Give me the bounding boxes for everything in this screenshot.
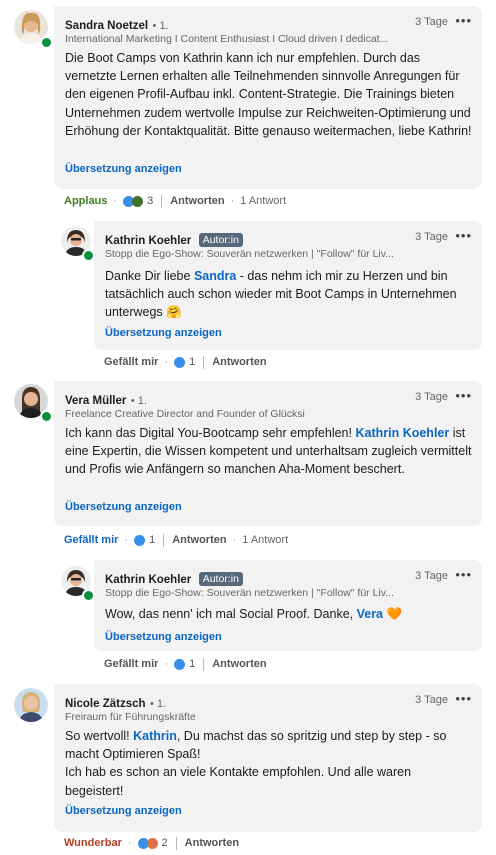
author-name[interactable]: Sandra Noetzel (65, 20, 148, 32)
more-options-icon[interactable]: ••• (455, 228, 472, 243)
reaction-count[interactable]: 1 (149, 534, 155, 546)
translate-link[interactable]: Übersetzung anzeigen (105, 631, 222, 643)
translate-link[interactable]: Übersetzung anzeigen (65, 805, 182, 817)
like-reaction-icon (134, 534, 146, 546)
timestamp: 3 Tage (415, 231, 448, 243)
comment-bubble: Vera Müller • 1. 3 Tage ••• Freelance Cr… (54, 381, 482, 526)
translate-link[interactable]: Übersetzung anzeigen (65, 501, 182, 513)
reaction-button[interactable]: Wunderbar (64, 837, 122, 849)
comment-text: So wertvoll! Kathrin, Du machst das so s… (65, 729, 447, 798)
reaction-count[interactable]: 3 (147, 195, 153, 207)
more-options-icon[interactable]: ••• (455, 691, 472, 706)
reply-kathrin-2: Kathrin Koehler Autor:in 3 Tage ••• Stop… (0, 555, 496, 680)
reaction-count[interactable]: 1 (189, 356, 195, 368)
mention-link[interactable]: Kathrin Koehler (355, 426, 449, 440)
reply-button[interactable]: Antworten (212, 356, 266, 368)
comment-text: Wow, das nenn' ich mal Social Proof. Dan… (105, 607, 403, 621)
like-reaction-icon (174, 356, 186, 368)
author-name[interactable]: Vera Müller (65, 395, 126, 407)
mention-link[interactable]: Sandra (194, 269, 236, 283)
reply-button[interactable]: Antworten (170, 195, 224, 207)
author-badge: Autor:in (198, 572, 243, 586)
connection-degree: • 1. (149, 698, 167, 710)
like-button[interactable]: Gefällt mir (104, 356, 158, 368)
timestamp: 3 Tage (415, 570, 448, 582)
timestamp: 3 Tage (415, 16, 448, 28)
comment-sandra: Sandra Noetzel • 1. 3 Tage ••• Internati… (0, 0, 496, 215)
like-reaction-icon (174, 658, 186, 670)
reply-button[interactable]: Antworten (212, 658, 266, 670)
mention-link[interactable]: Vera (357, 607, 383, 621)
reply-actions: Gefällt mir · 1 Antworten (104, 657, 267, 671)
love-reaction-icon (146, 837, 158, 849)
comment-bubble: Sandra Noetzel • 1. 3 Tage ••• Internati… (54, 6, 482, 189)
reply-button[interactable]: Antworten (185, 837, 239, 849)
replies-count[interactable]: 1 Antwort (240, 195, 286, 207)
comment-actions: Gefällt mir · 1 Antworten · 1 Antwort (64, 533, 289, 547)
more-options-icon[interactable]: ••• (455, 388, 472, 403)
reply-actions: Gefällt mir · 1 Antworten (104, 355, 267, 369)
timestamp: 3 Tage (415, 694, 448, 706)
author-name[interactable]: Kathrin Koehler (105, 235, 191, 247)
translate-link[interactable]: Übersetzung anzeigen (65, 163, 182, 175)
author-headline: Freiraum für Führungskräfte (65, 711, 196, 723)
reaction-count[interactable]: 2 (162, 837, 168, 849)
mention-link[interactable]: Kathrin (133, 729, 177, 743)
author-headline: Stopp die Ego-Show: Souverän netzwerken … (105, 587, 394, 599)
author-headline: International Marketing I Content Enthus… (65, 33, 389, 45)
more-options-icon[interactable]: ••• (455, 567, 472, 582)
replies-count[interactable]: 1 Antwort (242, 534, 288, 546)
online-status-icon (40, 36, 53, 49)
comment-vera: Vera Müller • 1. 3 Tage ••• Freelance Cr… (0, 375, 496, 555)
comment-text: Ich kann das Digital You-Bootcamp sehr e… (65, 426, 472, 477)
more-options-icon[interactable]: ••• (455, 13, 472, 28)
reply-bubble: Kathrin Koehler Autor:in 3 Tage ••• Stop… (94, 221, 482, 350)
comment-nicole: Nicole Zätzsch • 1. 3 Tage ••• Freiraum … (0, 680, 496, 855)
like-button[interactable]: Gefällt mir (104, 658, 158, 670)
comment-actions: Wunderbar · 2 Antworten (64, 836, 240, 850)
timestamp: 3 Tage (415, 391, 448, 403)
comment-bubble: Nicole Zätzsch • 1. 3 Tage ••• Freiraum … (54, 684, 482, 832)
comment-text: Die Boot Camps von Kathrin kann ich nur … (65, 51, 472, 138)
author-name[interactable]: Nicole Zätzsch (65, 698, 146, 710)
online-status-icon (40, 410, 53, 423)
author-headline: Freelance Creative Director and Founder … (65, 408, 305, 420)
reaction-count[interactable]: 1 (189, 658, 195, 670)
connection-degree: • 1. (152, 20, 169, 32)
reply-kathrin-1: Kathrin Koehler Autor:in 3 Tage ••• Stop… (0, 215, 496, 375)
reply-bubble: Kathrin Koehler Autor:in 3 Tage ••• Stop… (94, 560, 482, 651)
author-headline: Stopp die Ego-Show: Souverän netzwerken … (105, 248, 394, 260)
connection-degree: • 1. (130, 395, 147, 407)
reply-button[interactable]: Antworten (172, 534, 226, 546)
translate-link[interactable]: Übersetzung anzeigen (105, 327, 222, 339)
avatar-nicole[interactable] (14, 688, 48, 722)
like-button[interactable]: Gefällt mir (64, 534, 118, 546)
comment-text: Danke Dir liebe Sandra - das nehm ich mi… (105, 269, 457, 320)
reaction-button[interactable]: Applaus (64, 195, 107, 207)
comment-actions: Applaus · 3 Antworten · 1 Antwort (64, 194, 287, 208)
celebrate-reaction-icon (132, 195, 144, 207)
author-badge: Autor:in (198, 233, 243, 247)
author-name[interactable]: Kathrin Koehler (105, 574, 191, 586)
